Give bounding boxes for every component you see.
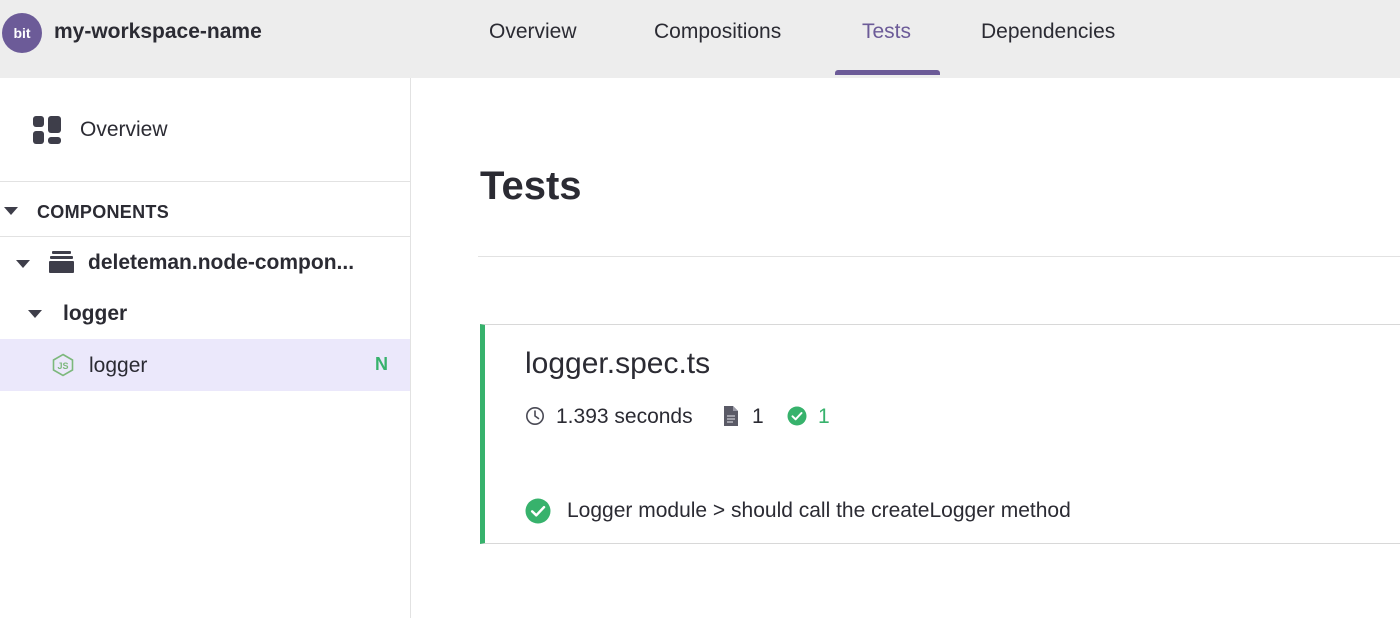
caret-down-icon bbox=[4, 207, 18, 215]
nodejs-icon: JS bbox=[52, 353, 74, 377]
page-title: Tests bbox=[480, 164, 582, 208]
new-status-badge: N bbox=[375, 354, 388, 374]
workspace-name[interactable]: my-workspace-name bbox=[54, 20, 262, 44]
tab-tests[interactable]: Tests bbox=[862, 20, 911, 44]
tab-compositions[interactable]: Compositions bbox=[654, 20, 781, 44]
dashboard-icon bbox=[33, 116, 61, 144]
file-icon bbox=[724, 406, 738, 426]
bit-logo[interactable]: bit bbox=[2, 13, 42, 53]
caret-down-icon bbox=[16, 260, 30, 268]
sidebar-folder-node[interactable]: logger bbox=[0, 289, 410, 339]
sidebar-scope-node[interactable]: deleteman.node-compon... bbox=[0, 237, 410, 289]
test-duration: 1.393 seconds bbox=[556, 405, 693, 428]
component-label: logger bbox=[89, 354, 148, 377]
caret-down-icon bbox=[28, 310, 42, 318]
scope-icon bbox=[49, 251, 74, 273]
main-content: Tests logger.spec.ts 1.393 seconds 1 1 L… bbox=[412, 78, 1400, 618]
check-circle-icon bbox=[787, 406, 807, 426]
active-tab-indicator bbox=[835, 70, 940, 75]
svg-text:JS: JS bbox=[57, 361, 68, 371]
clock-icon bbox=[526, 407, 544, 425]
sidebar: Overview COMPONENTS deleteman.node-compo… bbox=[0, 78, 411, 618]
sidebar-overview-label: Overview bbox=[80, 118, 168, 141]
sidebar-item-logger[interactable]: JS logger N bbox=[0, 339, 410, 391]
test-case-name: Logger module > should call the createLo… bbox=[567, 499, 1071, 522]
components-label: COMPONENTS bbox=[37, 202, 170, 222]
top-bar: bit my-workspace-name Overview Compositi… bbox=[0, 0, 1400, 78]
passed-count: 1 bbox=[818, 405, 830, 428]
sidebar-item-overview[interactable]: Overview bbox=[0, 78, 410, 182]
file-count: 1 bbox=[752, 405, 764, 428]
components-section-header[interactable]: COMPONENTS bbox=[0, 182, 410, 237]
test-file-name: logger.spec.ts bbox=[525, 347, 711, 380]
folder-label: logger bbox=[63, 302, 128, 325]
tab-dependencies[interactable]: Dependencies bbox=[981, 20, 1115, 44]
test-file-card: logger.spec.ts 1.393 seconds 1 1 Logger … bbox=[480, 324, 1400, 544]
scope-label: deleteman.node-compon... bbox=[88, 251, 355, 274]
check-circle-icon bbox=[525, 498, 551, 524]
divider bbox=[478, 256, 1400, 257]
tab-overview[interactable]: Overview bbox=[489, 20, 577, 44]
